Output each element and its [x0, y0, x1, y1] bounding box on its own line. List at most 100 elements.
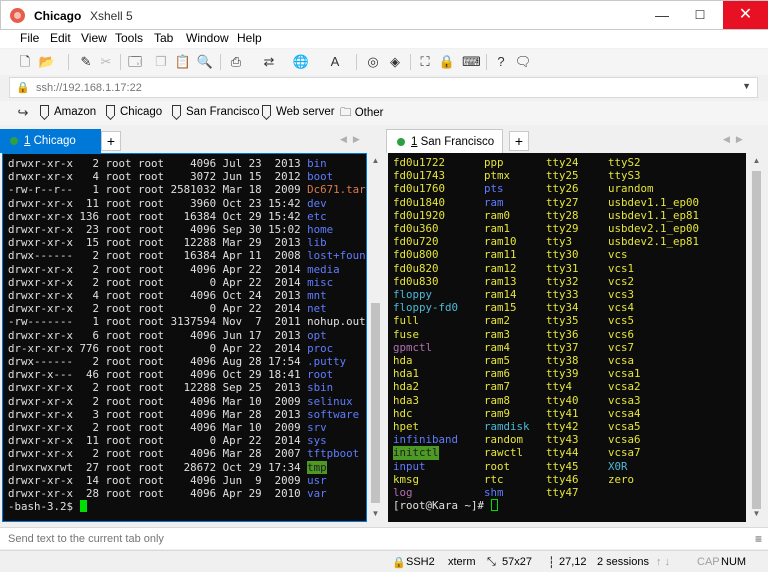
menu-tools[interactable]: Tools — [115, 31, 143, 45]
properties-icon[interactable]: ✎ — [77, 53, 95, 71]
connected-status-icon — [397, 138, 405, 146]
file-owner: root — [105, 223, 139, 236]
chat-icon[interactable]: 🗨 — [514, 53, 532, 71]
font-icon[interactable]: A — [326, 53, 344, 71]
file-group: root — [138, 183, 171, 197]
file-permissions: drwxr-xr-x — [8, 236, 80, 250]
lock-icon[interactable]: 🔒 — [438, 53, 456, 71]
terminal-line: drwxr-xr-x 2 root root 12288 Sep 25 2013… — [8, 381, 333, 394]
window-title-app: Xshell 5 — [90, 9, 133, 23]
device-entry: ram2 — [484, 314, 511, 328]
file-group: root — [138, 381, 171, 395]
device-entry: tty24 — [546, 156, 579, 169]
right-terminal-scrollbar[interactable]: ▲ ▼ — [748, 153, 765, 522]
file-permissions: drwxr-xr-x — [8, 289, 80, 302]
device-entry: tty39 — [546, 367, 579, 381]
link-amazon[interactable]: Amazon — [40, 105, 96, 118]
minimize-button[interactable]: — — [647, 1, 677, 29]
file-name: srv — [307, 421, 327, 434]
globe-icon[interactable]: 🌐 — [292, 53, 310, 71]
xshell-logo-icon[interactable] — [10, 8, 25, 23]
file-name: boot — [307, 170, 334, 184]
file-link-count: 23 — [79, 223, 106, 236]
device-entry: tty3 — [546, 235, 573, 249]
menu-window[interactable]: Window — [186, 31, 229, 45]
find-icon[interactable]: 🔍 — [196, 53, 214, 71]
device-entry: vcsa7 — [608, 446, 641, 460]
address-input[interactable] — [36, 79, 726, 96]
file-date: Apr 22 2014 — [222, 275, 308, 289]
close-button[interactable]: ✕ — [723, 1, 768, 29]
disconnect-icon[interactable]: ✂ — [97, 53, 115, 71]
paste-icon[interactable]: 📋 — [174, 53, 192, 71]
fullscreen-icon[interactable]: ⛶ — [416, 53, 434, 71]
transfer-icon[interactable]: ⇄ — [260, 53, 278, 71]
menu-help[interactable]: Help — [237, 31, 262, 45]
scrollbar-thumb[interactable] — [371, 303, 380, 503]
copy-icon[interactable]: ❐ — [152, 53, 170, 71]
tab-san-francisco[interactable]: 1 San Francisco — [386, 129, 503, 153]
device-entry: ram6 — [484, 367, 511, 381]
link-san-francisco[interactable]: San Francisco — [172, 105, 260, 118]
file-name: opt — [307, 328, 327, 342]
file-owner: root — [105, 170, 139, 184]
compose-icon[interactable]: ◎ — [364, 53, 382, 71]
device-entry: ram0 — [484, 208, 511, 222]
file-size: 4096 — [170, 328, 223, 342]
scroll-up-icon[interactable]: ▲ — [748, 153, 765, 169]
terminal-san-francisco[interactable]: fd0u1722 fd0u1743 fd0u1760 fd0u1840 fd0u1920… — [388, 153, 746, 522]
device-entry: ram4 — [484, 340, 511, 354]
xftp-icon[interactable]: ◈ — [386, 53, 404, 71]
file-link-count: 11 — [79, 434, 106, 448]
scroll-down-icon[interactable]: ▼ — [367, 506, 384, 522]
toolbar-separator — [68, 54, 69, 70]
link-chicago[interactable]: Chicago — [106, 105, 162, 118]
file-group: root — [138, 407, 171, 421]
open-folder-icon[interactable]: 📂 — [38, 53, 56, 71]
scroll-up-icon[interactable]: ▲ — [367, 153, 384, 169]
file-size: 4096 — [170, 487, 223, 500]
maximize-button[interactable]: ☐ — [685, 1, 715, 29]
file-owner: root — [105, 421, 139, 434]
tab-scroll-arrows[interactable]: ◀▶ — [723, 134, 749, 145]
send-text-input[interactable] — [8, 531, 608, 547]
new-transfer-icon[interactable]: 🗔 — [126, 53, 144, 71]
links-menu-icon[interactable]: ↪ — [14, 104, 32, 122]
new-session-icon[interactable]: 🗋 — [16, 53, 34, 71]
device-entry: floppy — [393, 288, 433, 301]
session-nav-arrows[interactable]: ↑ ↓ — [656, 556, 670, 568]
menu-edit[interactable]: Edit — [50, 31, 71, 45]
terminal-line: drwxr-xr-x 2 root root 4096 Mar 10 2009 … — [8, 395, 353, 408]
left-terminal-scrollbar[interactable]: ▲ ▼ — [367, 153, 384, 522]
file-name: selinux — [307, 394, 353, 408]
file-size: 3072 — [170, 170, 223, 184]
terminal-line: -rw------- 1 root root 3137594 Nov 7 201… — [8, 315, 366, 328]
terminal-line: drwxr-xr-x 6 root root 4096 Jun 17 2013 … — [8, 329, 327, 342]
chevron-down-icon[interactable]: ▼ — [742, 81, 751, 91]
file-name: lost+found — [307, 249, 367, 263]
file-link-count: 28 — [79, 487, 106, 500]
device-entry: ram8 — [484, 393, 511, 407]
file-name: tmp — [307, 460, 327, 474]
scroll-down-icon[interactable]: ▼ — [748, 506, 765, 522]
link-web-server[interactable]: Web server — [262, 105, 335, 118]
menu-view[interactable]: View — [81, 31, 107, 45]
device-entry: fd0u360 — [393, 222, 439, 235]
link-other[interactable]: 🗀 Other — [340, 105, 383, 124]
file-owner: root — [105, 341, 139, 355]
add-tab-button[interactable]: + — [509, 131, 529, 151]
device-entry: floppy-fd0 — [393, 301, 459, 315]
menu-tab[interactable]: Tab — [154, 31, 173, 45]
keyboard-icon[interactable]: ⌨ — [462, 53, 481, 71]
device-entry: vcs5 — [608, 314, 635, 328]
menu-file[interactable]: File — [20, 31, 39, 45]
print-icon[interactable]: ⎙ — [227, 53, 245, 71]
file-owner: root — [105, 407, 139, 421]
terminal-chicago[interactable]: drwxr-xr-x 2 root root 4096 Jul 23 2013 … — [2, 153, 367, 522]
scrollbar-thumb[interactable] — [752, 171, 761, 509]
file-permissions: drwxr-xr-x — [8, 381, 80, 395]
file-owner: root — [105, 434, 139, 448]
compose-menu-icon[interactable]: ≡ — [755, 532, 762, 546]
device-entry: ram11 — [484, 248, 517, 262]
help-icon[interactable]: ? — [492, 53, 510, 71]
